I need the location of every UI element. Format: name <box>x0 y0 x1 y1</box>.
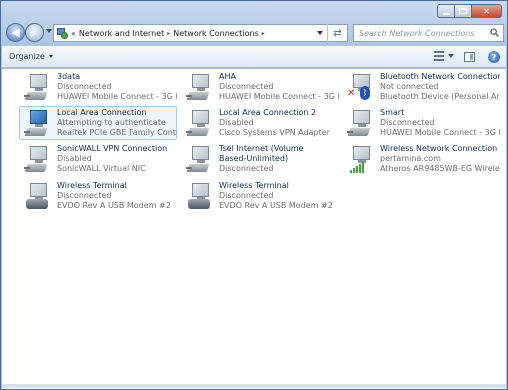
connection-status: Disabled <box>57 154 92 163</box>
chevron-down-icon <box>448 54 454 58</box>
connection-name: Bluetooth Network Connection <box>380 72 500 81</box>
forward-button[interactable]: ▶ <box>25 23 44 42</box>
connection-status: Disconnected <box>57 191 112 200</box>
connection-status: Attempting to authenticate <box>57 118 166 127</box>
connection-status: Disabled <box>219 118 254 127</box>
connection-device: Bluetooth Device (Personal Area ... <box>380 92 500 101</box>
connection-local-area-2[interactable]: Local Area Connection 2 Disabled Cisco S… <box>182 107 340 141</box>
caption-buttons: ✕ <box>437 4 502 18</box>
ethernet-adapter-icon <box>347 109 377 137</box>
connection-name: Tsel Internet (Volume Based-Unlimited) <box>219 144 304 163</box>
ethernet-adapter-icon <box>24 145 54 173</box>
back-button[interactable]: ◀ <box>6 23 25 42</box>
connection-wireless-network[interactable]: Wireless Network Connection pertamina.co… <box>343 143 501 177</box>
modem-icon <box>186 182 216 210</box>
explorer-window: ✕ ◀ ▶ « Network and Internet ▸ Network C… <box>0 0 508 390</box>
connection-device: Realtek PCIe GBE Family Controller <box>57 128 177 137</box>
help-icon: ? <box>491 52 497 62</box>
search-box[interactable]: Search Network Connections <box>353 24 504 42</box>
connection-status: Not connected <box>380 82 439 91</box>
bluetooth-adapter-icon: ✕ ᛒ <box>347 73 377 101</box>
recent-pages-dropdown[interactable] <box>46 29 52 33</box>
navigation-bar: ◀ ▶ « Network and Internet ▸ Network Con… <box>6 22 504 44</box>
search-input[interactable]: Search Network Connections <box>359 29 475 38</box>
breadcrumb-separator-icon[interactable]: ▸ <box>167 30 170 37</box>
ethernet-adapter-icon <box>186 109 216 137</box>
connection-status: Disconnected <box>219 82 274 91</box>
ethernet-adapter-icon <box>186 73 216 101</box>
preview-pane-button[interactable] <box>464 52 475 62</box>
organize-label: Organize <box>9 52 45 61</box>
connection-status: pertamina.com <box>380 154 441 163</box>
back-arrow-icon: ◀ <box>11 26 20 39</box>
connection-device: EVDO Rev A USB Modem #2 <box>57 201 171 210</box>
maximize-button[interactable] <box>455 4 472 18</box>
address-bar[interactable]: « Network and Internet ▸ Network Connect… <box>53 24 348 42</box>
connection-name: Smart <box>380 108 405 117</box>
connection-wireless-terminal[interactable]: Wireless Terminal Disconnected EVDO Rev … <box>20 180 178 214</box>
connection-name: 3data <box>57 72 81 81</box>
breadcrumb-overflow[interactable]: « <box>71 29 76 38</box>
connection-device: HUAWEI Mobile Connect - 3G M... <box>219 92 339 101</box>
connection-sonicwall-vpn[interactable]: SonicWALL VPN Connection Disabled SonicW… <box>20 143 178 177</box>
network-folder-icon <box>57 27 68 39</box>
close-icon: ✕ <box>483 6 490 16</box>
connection-status: Disconnected <box>57 82 112 91</box>
not-connected-x-icon: ✕ <box>347 88 356 99</box>
chevron-down-icon <box>317 31 323 35</box>
connection-device: HUAWEI Mobile Connect - 3G M... <box>380 128 500 137</box>
connection-3data[interactable]: 3data Disconnected HUAWEI Mobile Connect… <box>20 71 178 105</box>
change-view-button[interactable] <box>434 51 454 61</box>
connection-device: Cisco Systems VPN Adapter <box>219 128 330 137</box>
address-dropdown-button[interactable] <box>315 25 325 41</box>
connection-bluetooth[interactable]: ✕ ᛒ Bluetooth Network Connection Not conn… <box>343 71 501 105</box>
breadcrumb-separator-icon[interactable]: ▸ <box>262 30 265 37</box>
signal-strength-icon <box>350 161 364 173</box>
connection-local-area[interactable]: Local Area Connection Attempting to auth… <box>19 106 177 140</box>
command-bar: Organize ? <box>2 46 506 68</box>
refresh-icon: ⇄ <box>333 27 342 39</box>
connection-name: Local Area Connection 2 <box>219 108 317 117</box>
minimize-button[interactable] <box>437 4 455 18</box>
modem-icon <box>24 182 54 210</box>
organize-menu-button[interactable]: Organize <box>9 52 53 61</box>
connection-name: SonicWALL VPN Connection <box>57 144 168 153</box>
search-icon[interactable] <box>490 28 499 37</box>
connection-status: Disconnected <box>219 191 274 200</box>
connection-device: HUAWEI Mobile Connect - 3G M... <box>57 92 177 101</box>
connections-list: 3data Disconnected HUAWEI Mobile Connect… <box>2 69 506 389</box>
maximize-icon <box>459 8 467 14</box>
connection-name: Wireless Terminal <box>219 181 289 190</box>
connection-aha[interactable]: AHA Disconnected HUAWEI Mobile Connect -… <box>182 71 340 105</box>
connection-name: Wireless Network Connection <box>380 144 498 153</box>
minimize-icon <box>442 12 450 15</box>
connection-device: Atheros AR9485WB-EG Wireless N... <box>380 164 500 173</box>
ethernet-adapter-icon <box>24 73 54 101</box>
status-bar <box>2 384 506 388</box>
refresh-button[interactable]: ⇄ <box>327 24 347 42</box>
ethernet-adapter-icon <box>186 145 216 173</box>
help-button[interactable]: ? <box>488 51 500 63</box>
bluetooth-icon: ᛒ <box>360 86 370 100</box>
connection-name: Local Area Connection <box>57 108 147 117</box>
ethernet-adapter-icon <box>24 109 54 137</box>
connection-status: Disconnected <box>380 118 435 127</box>
connection-device: EVDO Rev A USB Modem #2 <box>219 201 333 210</box>
forward-arrow-icon: ▶ <box>30 26 39 39</box>
connection-device: SonicWALL Virtual NIC <box>57 164 146 173</box>
connection-status: Disconnected <box>219 164 274 173</box>
connection-smart[interactable]: Smart Disconnected HUAWEI Mobile Connect… <box>343 107 501 141</box>
breadcrumb-network-and-internet[interactable]: Network and Internet <box>79 29 164 38</box>
connection-name: AHA <box>219 72 236 81</box>
connection-name: Wireless Terminal <box>57 181 127 190</box>
view-options-icon <box>434 51 444 61</box>
breadcrumb-network-connections[interactable]: Network Connections <box>173 29 258 38</box>
chevron-down-icon <box>48 55 53 58</box>
connection-wireless-terminal-2[interactable]: Wireless Terminal Disconnected EVDO Rev … <box>182 180 340 214</box>
wireless-adapter-icon <box>347 145 377 173</box>
close-button[interactable]: ✕ <box>472 4 502 18</box>
connection-tsel-internet[interactable]: Tsel Internet (Volume Based-Unlimited) D… <box>182 143 340 177</box>
